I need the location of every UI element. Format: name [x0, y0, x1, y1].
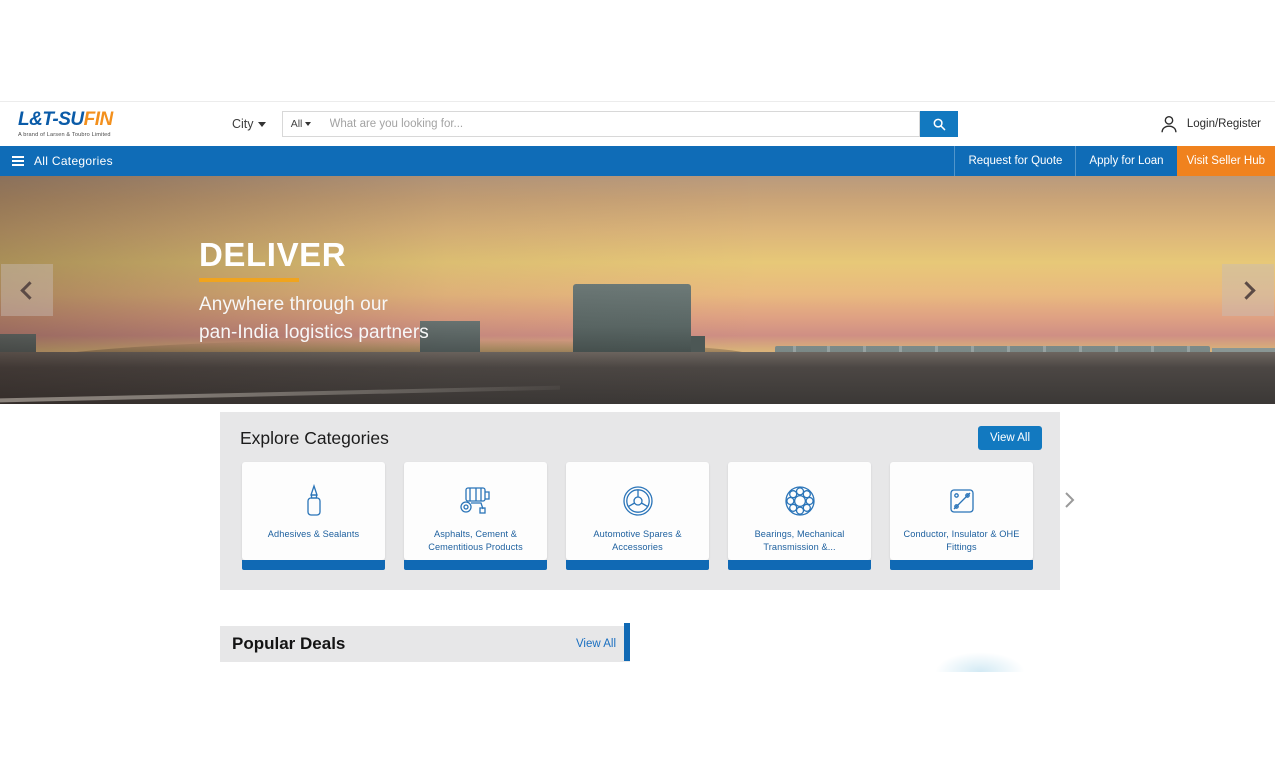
chevron-right-icon — [1236, 280, 1256, 300]
main-navbar: All Categories Request for Quote Apply f… — [0, 146, 1275, 176]
hero-subtitle-line-2: pan-India logistics partners — [199, 321, 429, 343]
hero-title: DELIVER — [199, 236, 347, 273]
hero-title-underline — [199, 278, 299, 282]
site-logo[interactable]: L&T-SUFIN A brand of Larsen & Toubro Lim… — [14, 110, 214, 138]
search-input[interactable] — [319, 111, 920, 137]
explore-categories-view-all-button[interactable]: View All — [977, 426, 1042, 450]
nav-request-for-quote-label: Request for Quote — [968, 155, 1063, 167]
login-register-label: Login/Register — [1186, 118, 1261, 130]
logo-text-accent: FIN — [83, 109, 114, 130]
nav-apply-for-loan-label: Apply for Loan — [1089, 155, 1164, 167]
all-categories-label: All Categories — [34, 154, 113, 168]
steering-wheel-icon — [621, 481, 655, 521]
nav-visit-seller-hub[interactable]: Visit Seller Hub — [1176, 146, 1275, 176]
popular-deals-accent-bar — [624, 623, 630, 661]
logo-tagline: A brand of Larsen & Toubro Limited — [18, 132, 111, 138]
category-card-label: Bearings, Mechanical Transmission &... — [754, 529, 845, 553]
chevron-left-icon — [19, 280, 39, 300]
search-category-dropdown[interactable]: All — [281, 111, 320, 137]
navbar-links: Request for Quote Apply for Loan Visit S… — [954, 146, 1275, 176]
category-card-label: Adhesives & Sealants — [267, 529, 360, 539]
hero-overlay — [0, 176, 1275, 404]
hero-carousel: DELIVER Anywhere through our pan-India l… — [0, 176, 1275, 404]
all-categories-button[interactable]: All Categories — [0, 146, 113, 176]
user-icon — [1161, 115, 1177, 133]
glue-bottle-icon — [301, 481, 327, 521]
login-register-button[interactable]: Login/Register — [1158, 113, 1261, 135]
site-header: L&T-SUFIN A brand of Larsen & Toubro Lim… — [0, 101, 1275, 146]
search-submit-button[interactable] — [919, 111, 958, 137]
category-card-list: Adhesives & Sealants Asphalts, Cement & … — [220, 450, 1075, 570]
cement-mixer-icon — [457, 481, 495, 521]
category-card-accent-bar — [404, 560, 547, 570]
hero-prev-button[interactable] — [1, 264, 53, 316]
popular-deals-section: Popular Deals View All — [220, 626, 630, 662]
category-card-asphalts-cement[interactable]: Asphalts, Cement & Cementitious Products — [404, 462, 547, 570]
popular-deals-title: Popular Deals — [232, 634, 346, 653]
popular-deals-view-all-link[interactable]: View All — [576, 638, 616, 650]
chevron-right-icon — [1065, 492, 1075, 508]
category-card-adhesives-sealants[interactable]: Adhesives & Sealants — [242, 462, 385, 570]
city-selector-label: City — [232, 117, 254, 131]
chevron-down-icon — [257, 121, 266, 127]
ball-bearing-icon — [783, 481, 817, 521]
page-root: L&T-SUFIN A brand of Larsen & Toubro Lim… — [0, 0, 1275, 765]
search-icon — [933, 118, 945, 131]
hero-subtitle-line-1: Anywhere through our — [199, 294, 388, 315]
category-card-accent-bar — [242, 560, 385, 570]
menu-icon — [12, 156, 24, 166]
category-card-automotive-spares[interactable]: Automotive Spares & Accessories — [566, 462, 709, 570]
logo-text-primary: L&T-SU — [18, 109, 84, 130]
city-selector[interactable]: City — [232, 117, 266, 131]
nav-apply-for-loan[interactable]: Apply for Loan — [1075, 146, 1176, 176]
insulator-plate-icon — [946, 481, 978, 521]
category-card-accent-bar — [890, 560, 1033, 570]
category-card-accent-bar — [728, 560, 871, 570]
logo-wordmark: L&T-SUFIN — [18, 110, 214, 129]
hero-next-button[interactable] — [1222, 264, 1274, 316]
explore-categories-title: Explore Categories — [240, 427, 389, 448]
category-card-bearings-mechanical[interactable]: Bearings, Mechanical Transmission &... — [728, 462, 871, 570]
explore-categories-section: Explore Categories View All Adhesives & … — [220, 412, 1075, 590]
search-bar: All — [281, 111, 958, 137]
nav-request-for-quote[interactable]: Request for Quote — [954, 146, 1075, 176]
explore-categories-header: Explore Categories View All — [220, 412, 1060, 450]
category-card-conductor-insulator[interactable]: Conductor, Insulator & OHE Fittings — [890, 462, 1033, 570]
search-category-label: All — [290, 118, 303, 130]
category-card-label: Automotive Spares & Accessories — [593, 529, 682, 553]
category-card-accent-bar — [566, 560, 709, 570]
hero-copy: DELIVER Anywhere through our pan-India l… — [199, 238, 429, 346]
category-card-label: Asphalts, Cement & Cementitious Products — [428, 529, 523, 553]
category-carousel-next-button[interactable] — [1063, 490, 1076, 514]
content-loading-indicator — [935, 652, 1025, 672]
nav-visit-seller-hub-label: Visit Seller Hub — [1186, 155, 1265, 167]
category-card-label: Conductor, Insulator & OHE Fittings — [903, 529, 1020, 553]
browser-blank-area — [0, 0, 1275, 101]
chevron-down-icon — [305, 122, 312, 126]
